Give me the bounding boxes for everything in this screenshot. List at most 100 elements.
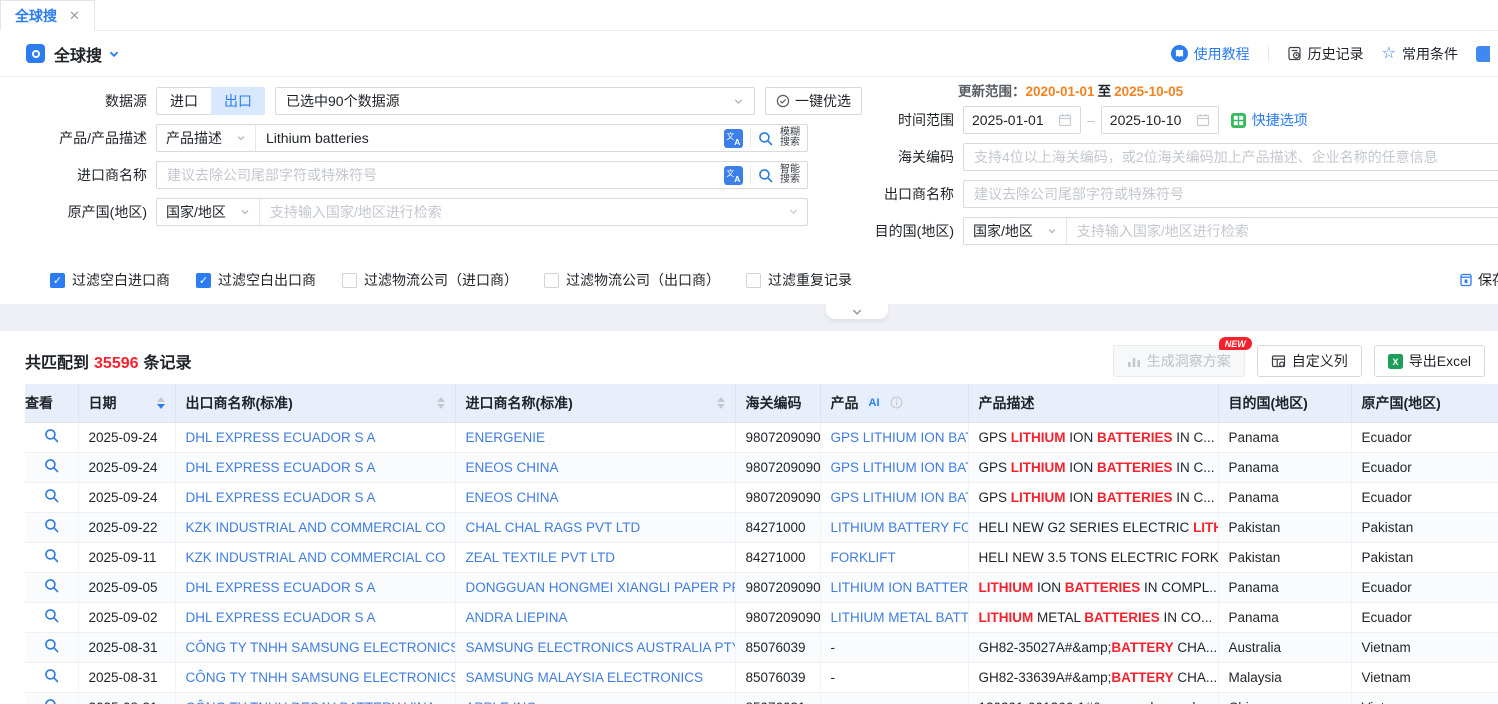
- date-from-input[interactable]: 2025-01-01: [963, 106, 1081, 134]
- product-link[interactable]: LITHIUM BATTERY FO...: [831, 520, 969, 535]
- importer-link[interactable]: ZEAL TEXTILE PVT LTD: [466, 550, 616, 565]
- exporter-link[interactable]: DHL EXPRESS ECUADOR S A: [186, 580, 376, 595]
- exporter-link[interactable]: DHL EXPRESS ECUADOR S A: [186, 610, 376, 625]
- product-link[interactable]: FORKLIFT: [831, 550, 896, 565]
- save-condition-button[interactable]: 保存: [1459, 270, 1498, 290]
- checkbox-unchecked-icon[interactable]: [342, 273, 357, 288]
- destination-country-input[interactable]: [1067, 218, 1498, 244]
- exporter-link[interactable]: DHL EXPRESS ECUADOR S A: [186, 490, 376, 505]
- favorites-link[interactable]: ☆ 常用条件: [1382, 44, 1458, 64]
- chevron-down-icon[interactable]: [108, 48, 120, 60]
- view-detail-search-icon[interactable]: [44, 668, 59, 683]
- importer-link[interactable]: DONGGUAN HONGMEI XIANGLI PAPER PR...: [466, 580, 736, 595]
- exporter-link[interactable]: CÔNG TY TNHH SAMSUNG ELECTRONICS ...: [186, 640, 456, 655]
- fuzzy-search-icon[interactable]: [758, 131, 773, 146]
- column-label: 产品: [831, 393, 859, 413]
- product-link[interactable]: GPS LITHIUM ION BAT...: [831, 460, 969, 475]
- translate-icon[interactable]: 文A: [724, 129, 743, 148]
- col-header-importer[interactable]: 进口商名称(标准): [455, 384, 735, 422]
- exporter-input[interactable]: [964, 181, 1498, 207]
- export-toggle[interactable]: 出口: [211, 87, 265, 115]
- checkbox-unchecked-icon[interactable]: [544, 273, 559, 288]
- close-icon[interactable]: ✕: [69, 8, 80, 24]
- exporter-link[interactable]: KZK INDUSTRIAL AND COMMERCIAL CO: [186, 520, 446, 535]
- importer-link[interactable]: ENEOS CHINA: [466, 460, 559, 475]
- collapse-form-handle[interactable]: [826, 304, 888, 319]
- col-header-date[interactable]: 日期: [78, 384, 175, 422]
- svg-text:文: 文: [726, 131, 734, 141]
- checkbox-unchecked-icon[interactable]: [746, 273, 761, 288]
- generate-insight-button[interactable]: 生成洞察方案 NEW: [1113, 345, 1245, 377]
- filter-checkbox[interactable]: 过滤物流公司（进口商）: [342, 270, 518, 290]
- more-icon[interactable]: [1476, 46, 1490, 62]
- checkbox-checked-icon[interactable]: ✓: [196, 273, 211, 288]
- product-desc-cell: GPS LITHIUM ION BATTERIES IN C...: [968, 422, 1218, 452]
- info-icon[interactable]: [890, 396, 903, 409]
- exporter-link[interactable]: CÔNG TY TNHH DESAY BATTERY VINA: [186, 700, 436, 704]
- date-to-input[interactable]: 2025-10-10: [1101, 106, 1219, 134]
- product-cell: GPS LITHIUM ION BAT...: [820, 452, 968, 482]
- importer-link[interactable]: SAMSUNG ELECTRONICS AUSTRALIA PTY: [466, 640, 736, 655]
- importer-link[interactable]: CHAL CHAL RAGS PVT LTD: [466, 520, 641, 535]
- translate-icon[interactable]: 文A: [724, 166, 743, 185]
- importer-link[interactable]: ENEOS CHINA: [466, 490, 559, 505]
- view-detail-search-icon[interactable]: [44, 698, 59, 704]
- importer-link[interactable]: ANDRA LIEPINA: [466, 610, 568, 625]
- quick-options-button[interactable]: 快捷选项: [1231, 110, 1308, 130]
- product-input[interactable]: [256, 125, 717, 151]
- product-link[interactable]: GPS LITHIUM ION BAT...: [831, 430, 969, 445]
- exporter-cell: DHL EXPRESS ECUADOR S A: [175, 452, 455, 482]
- customize-columns-button[interactable]: 自定义列: [1257, 345, 1362, 377]
- product-type-select[interactable]: 产品描述: [157, 125, 256, 151]
- product-link[interactable]: LITHIUM METAL BATT...: [831, 610, 969, 625]
- smart-search-button[interactable]: 智能搜索: [780, 165, 800, 185]
- origin-cell: Pakistan: [1351, 542, 1498, 572]
- view-detail-search-icon[interactable]: [44, 608, 59, 623]
- import-toggle[interactable]: 进口: [156, 87, 211, 115]
- tutorial-link[interactable]: 使用教程: [1171, 44, 1250, 64]
- product-link[interactable]: GPS LITHIUM ION BAT...: [831, 490, 969, 505]
- product-input-group: 产品描述 文A 模糊搜索: [156, 124, 808, 152]
- view-detail-search-icon[interactable]: [44, 548, 59, 563]
- sort-toggle[interactable]: [437, 397, 445, 409]
- view-detail-search-icon[interactable]: [44, 518, 59, 533]
- view-detail-search-icon[interactable]: [44, 488, 59, 503]
- exporter-link[interactable]: KZK INDUSTRIAL AND COMMERCIAL CO: [186, 550, 446, 565]
- importer-link[interactable]: APPLE INC: [466, 700, 537, 704]
- product-link[interactable]: LITHIUM ION BATTERY: [831, 580, 969, 595]
- export-excel-button[interactable]: X 导出Excel: [1374, 345, 1485, 377]
- exporter-link[interactable]: DHL EXPRESS ECUADOR S A: [186, 460, 376, 475]
- origin-country-input[interactable]: [260, 199, 788, 225]
- tab-global-search[interactable]: 全球搜 ✕: [0, 0, 95, 31]
- sort-toggle[interactable]: [717, 397, 725, 409]
- view-detail-search-icon[interactable]: [44, 578, 59, 593]
- exporter-link[interactable]: DHL EXPRESS ECUADOR S A: [186, 430, 376, 445]
- exporter-label: 出口商名称: [870, 184, 954, 204]
- exporter-link[interactable]: CÔNG TY TNHH SAMSUNG ELECTRONICS ...: [186, 670, 456, 685]
- sort-toggle[interactable]: [157, 397, 165, 409]
- smart-search-icon[interactable]: [758, 168, 773, 183]
- importer-input[interactable]: [157, 162, 717, 188]
- col-header-exporter[interactable]: 出口商名称(标准): [175, 384, 455, 422]
- view-detail-search-icon[interactable]: [44, 638, 59, 653]
- destination-country-type-select[interactable]: 国家/地区: [964, 218, 1067, 244]
- product-cell: GPS LITHIUM ION BAT...: [820, 422, 968, 452]
- one-click-optimize-button[interactable]: 一键优选: [765, 87, 862, 115]
- view-detail-search-icon[interactable]: [44, 458, 59, 473]
- filter-checkbox[interactable]: ✓过滤空白进口商: [50, 270, 170, 290]
- origin-country-type-select[interactable]: 国家/地区: [157, 199, 260, 225]
- filter-checkbox[interactable]: 过滤物流公司（出口商）: [544, 270, 720, 290]
- checkbox-checked-icon[interactable]: ✓: [50, 273, 65, 288]
- filter-checkbox[interactable]: ✓过滤空白出口商: [196, 270, 316, 290]
- importer-link[interactable]: ENERGENIE: [466, 430, 546, 445]
- data-source-select[interactable]: 已选中90个数据源: [275, 87, 755, 115]
- table-row: 2025-08-31CÔNG TY TNHH SAMSUNG ELECTRONI…: [25, 632, 1498, 662]
- fuzzy-search-button[interactable]: 模糊搜索: [780, 128, 800, 148]
- view-detail-search-icon[interactable]: [44, 428, 59, 443]
- app-bar: 全球搜 使用教程 历史记录 ☆ 常用条件: [0, 31, 1498, 77]
- importer-link[interactable]: SAMSUNG MALAYSIA ELECTRONICS: [466, 670, 704, 685]
- history-link[interactable]: 历史记录: [1287, 44, 1364, 64]
- history-icon: [1287, 46, 1302, 61]
- hs-code-input[interactable]: [964, 144, 1498, 170]
- filter-checkbox[interactable]: 过滤重复记录: [746, 270, 852, 290]
